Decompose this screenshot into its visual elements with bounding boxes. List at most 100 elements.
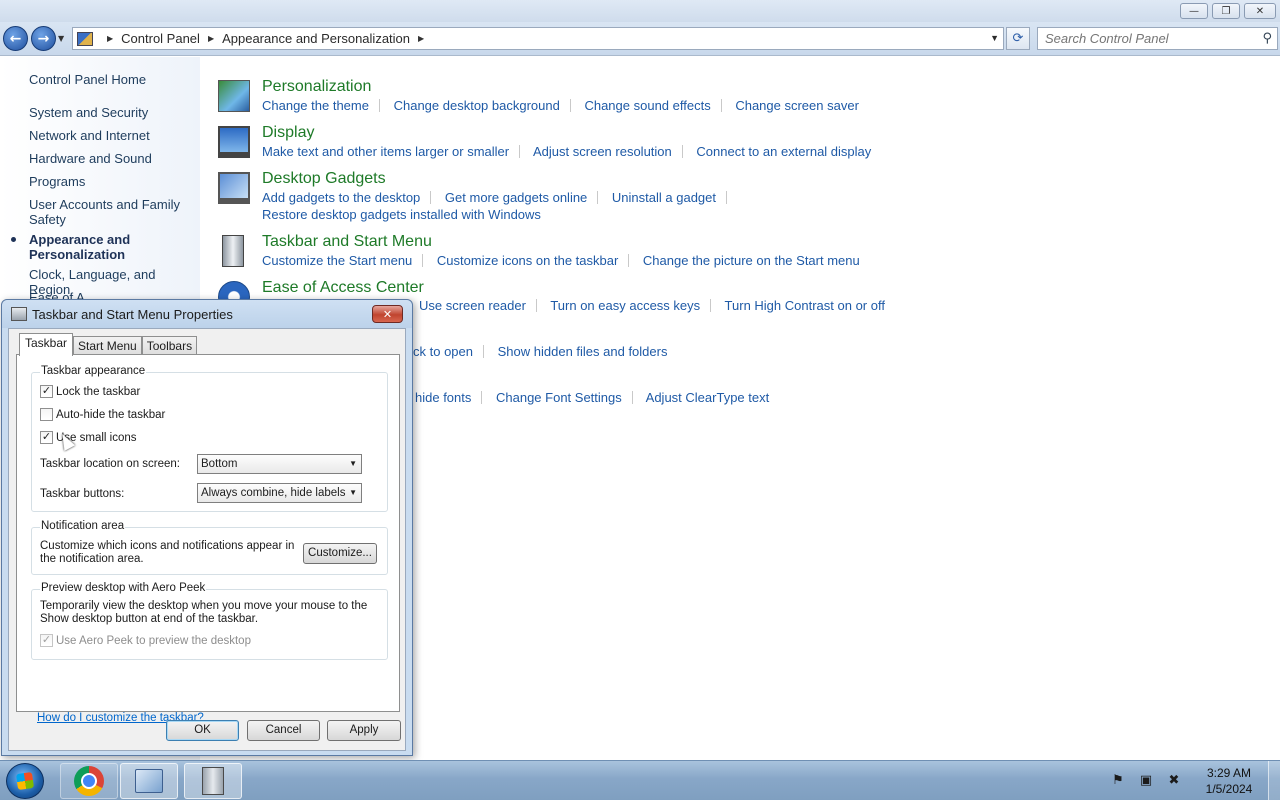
show-desktop-button[interactable]: [1268, 761, 1280, 800]
buttons-select[interactable]: Always combine, hide labels ▼: [197, 483, 362, 503]
lock-taskbar-checkbox[interactable]: ✓: [40, 385, 53, 398]
link-cleartype[interactable]: Adjust ClearType text: [646, 390, 770, 405]
chevron-right-icon[interactable]: ▶: [208, 34, 214, 43]
window-titlebar: — ❐ ✕: [0, 0, 1280, 22]
chevron-right-icon[interactable]: ▶: [107, 34, 113, 43]
group-title: Notification area: [40, 520, 126, 532]
start-button[interactable]: [6, 763, 44, 799]
link-add-gadgets[interactable]: Add gadgets to the desktop: [262, 190, 420, 205]
address-dropdown-icon[interactable]: ▼: [990, 33, 999, 43]
link-uninstall-gadget[interactable]: Uninstall a gadget: [612, 190, 716, 205]
small-icons-checkbox[interactable]: ✓: [40, 431, 53, 444]
refresh-button[interactable]: ⟳: [1006, 27, 1030, 50]
chevron-down-icon: ▼: [349, 488, 357, 497]
tab-toolbars[interactable]: Toolbars: [141, 336, 198, 356]
navigation-bar: ← → ▼ ▶ Control Panel ▶ Appearance and P…: [0, 22, 1280, 56]
link-click-to-open[interactable]: ck to open: [413, 344, 473, 359]
action-center-flag-icon[interactable]: ⚑: [1110, 773, 1126, 789]
network-icon[interactable]: ▣: [1138, 773, 1154, 789]
link-more-gadgets[interactable]: Get more gadgets online: [445, 190, 587, 205]
taskbar-chrome-button[interactable]: [60, 763, 118, 799]
link-external-display[interactable]: Connect to an external display: [696, 144, 871, 159]
chevron-right-icon[interactable]: ▶: [418, 34, 424, 43]
lock-taskbar-row[interactable]: ✓ Lock the taskbar: [40, 385, 140, 398]
windows-logo-icon: [15, 771, 35, 791]
customize-button[interactable]: Customize...: [303, 543, 377, 564]
sidebar-item-network[interactable]: Network and Internet: [29, 128, 194, 143]
link-start-picture[interactable]: Change the picture on the Start menu: [643, 253, 860, 268]
sidebar-item-control-panel-home[interactable]: Control Panel Home: [29, 72, 194, 87]
link-high-contrast[interactable]: Turn High Contrast on or off: [725, 298, 885, 313]
taskbar-properties-button[interactable]: [184, 763, 242, 799]
sidebar-item-user-accounts[interactable]: User Accounts and Family Safety: [29, 197, 194, 227]
close-button[interactable]: ✕: [1244, 3, 1276, 19]
fonts-links: hide fonts Change Font Settings Adjust C…: [415, 390, 769, 405]
dialog-close-button[interactable]: ✕: [372, 305, 403, 323]
ok-button[interactable]: OK: [166, 720, 239, 741]
group-title: Taskbar appearance: [40, 365, 147, 377]
location-select[interactable]: Bottom ▼: [197, 454, 362, 474]
search-box[interactable]: ⚲: [1037, 27, 1278, 50]
sidebar-item-system-security[interactable]: System and Security: [29, 105, 194, 120]
recent-pages-dropdown[interactable]: ▼: [58, 34, 64, 43]
dialog-titlebar[interactable]: Taskbar and Start Menu Properties ✕: [2, 300, 412, 328]
category-title[interactable]: Display: [262, 124, 314, 142]
link-screen-reader[interactable]: Use screen reader: [419, 298, 526, 313]
link-show-hidden-files[interactable]: Show hidden files and folders: [498, 344, 668, 359]
link-sound-effects[interactable]: Change sound effects: [584, 98, 710, 113]
aero-peek-group: Preview desktop with Aero Peek Temporari…: [31, 582, 388, 660]
taskbar-tab-panel: Taskbar appearance ✓ Lock the taskbar Au…: [16, 354, 400, 724]
link-customize-taskbar-icons[interactable]: Customize icons on the taskbar: [437, 253, 618, 268]
dialog-title: Taskbar and Start Menu Properties: [32, 307, 233, 322]
category-title[interactable]: Personalization: [262, 78, 371, 96]
link-screen-resolution[interactable]: Adjust screen resolution: [533, 144, 672, 159]
gadgets-icon: [218, 172, 250, 204]
link-restore-gadgets[interactable]: Restore desktop gadgets installed with W…: [262, 207, 541, 222]
autohide-row[interactable]: Auto-hide the taskbar: [40, 408, 165, 421]
link-text-size[interactable]: Make text and other items larger or smal…: [262, 144, 509, 159]
link-customize-start[interactable]: Customize the Start menu: [262, 253, 412, 268]
category-title[interactable]: Desktop Gadgets: [262, 170, 386, 188]
taskbar-control-panel-button[interactable]: [120, 763, 178, 799]
sidebar-item-programs[interactable]: Programs: [29, 174, 194, 189]
link-hide-fonts[interactable]: hide fonts: [415, 390, 471, 405]
control-panel-icon: [135, 769, 163, 793]
notification-area-group: Notification area Customize which icons …: [31, 520, 388, 575]
small-icons-row[interactable]: ✓ Use small icons: [40, 431, 137, 444]
breadcrumb-control-panel[interactable]: Control Panel: [121, 31, 200, 46]
clock-date: 1/5/2024: [1205, 782, 1253, 796]
aero-peek-checkbox: ✓: [40, 634, 53, 647]
restore-button[interactable]: ❐: [1212, 3, 1240, 19]
minimize-button[interactable]: —: [1180, 3, 1208, 19]
link-easy-access-keys[interactable]: Turn on easy access keys: [550, 298, 700, 313]
search-input[interactable]: [1038, 28, 1248, 49]
search-icon[interactable]: ⚲: [1262, 31, 1272, 46]
sidebar-item-appearance[interactable]: Appearance and Personalization: [29, 232, 194, 262]
link-desktop-background[interactable]: Change desktop background: [394, 98, 560, 113]
back-button[interactable]: ←: [3, 26, 28, 51]
sidebar-item-hardware[interactable]: Hardware and Sound: [29, 151, 194, 166]
autohide-label[interactable]: Auto-hide the taskbar: [56, 409, 165, 421]
dialog-body: Taskbar Start Menu Toolbars Taskbar appe…: [8, 328, 406, 751]
taskbar-icon: [11, 307, 27, 321]
tab-start-menu[interactable]: Start Menu: [73, 336, 142, 356]
taskbar-properties-icon: [202, 767, 224, 795]
apply-button[interactable]: Apply: [327, 720, 401, 741]
autohide-checkbox[interactable]: [40, 408, 53, 421]
address-bar[interactable]: ▶ Control Panel ▶ Appearance and Persona…: [72, 27, 1004, 50]
control-panel-icon: [77, 31, 93, 46]
volume-muted-icon[interactable]: ✖: [1166, 773, 1182, 789]
forward-button[interactable]: →: [31, 26, 56, 51]
lock-taskbar-label[interactable]: Lock the taskbar: [56, 386, 140, 398]
category-title[interactable]: Ease of Access Center: [262, 279, 424, 297]
category-title[interactable]: Taskbar and Start Menu: [262, 233, 432, 251]
link-screen-saver[interactable]: Change screen saver: [735, 98, 859, 113]
link-font-settings[interactable]: Change Font Settings: [496, 390, 622, 405]
link-change-theme[interactable]: Change the theme: [262, 98, 369, 113]
breadcrumb-appearance[interactable]: Appearance and Personalization: [222, 31, 410, 46]
clock[interactable]: 3:29 AM 1/5/2024: [1194, 765, 1264, 797]
cancel-button[interactable]: Cancel: [247, 720, 320, 741]
taskbar: ⚑ ▣ ✖ 3:29 AM 1/5/2024: [0, 760, 1280, 800]
close-icon: ✕: [382, 307, 393, 321]
tab-taskbar[interactable]: Taskbar: [19, 333, 74, 356]
